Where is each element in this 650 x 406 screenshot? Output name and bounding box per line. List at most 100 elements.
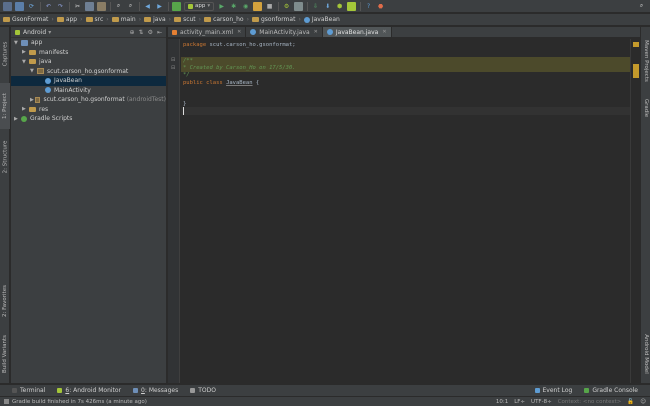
- save-icon[interactable]: [15, 1, 24, 11]
- fold-icon[interactable]: ⊟: [171, 65, 175, 71]
- tab-messages[interactable]: 0: Messages: [133, 387, 178, 394]
- expand-arrow-icon[interactable]: ▼: [22, 59, 29, 65]
- debug-icon[interactable]: ✱: [229, 2, 238, 11]
- breadcrumb-item[interactable]: main: [111, 16, 136, 23]
- tree-item-manifests[interactable]: ▶ manifests: [11, 48, 166, 58]
- tab-android-monitor[interactable]: 6: Android Monitor: [57, 387, 121, 394]
- code-editor[interactable]: package scut.carson_ho.gsonformat; /** *…: [181, 39, 630, 383]
- tool-tab-build-variants[interactable]: Build Variants: [0, 327, 10, 381]
- toolbar-divider: [139, 1, 140, 11]
- file-encoding[interactable]: UTF-8÷: [531, 399, 552, 405]
- folder-icon: [174, 17, 182, 22]
- tool-tab-captures[interactable]: Captures: [0, 31, 10, 77]
- close-icon[interactable]: ✕: [237, 29, 241, 35]
- breadcrumb-item[interactable]: carson_ho: [204, 16, 244, 23]
- redo-icon[interactable]: ↷: [56, 2, 65, 11]
- tab-terminal[interactable]: Terminal: [12, 387, 45, 394]
- android-device-monitor-icon[interactable]: ⬢: [335, 2, 344, 11]
- run-config-select[interactable]: app ▾: [184, 1, 215, 11]
- project-structure-icon[interactable]: [294, 1, 304, 11]
- plugin-icon[interactable]: ⬣: [376, 2, 385, 11]
- tool-windows-icon[interactable]: [4, 399, 9, 404]
- gradle-sync-icon[interactable]: ⇩: [311, 2, 320, 11]
- scroll-from-source-icon[interactable]: ⊕: [130, 29, 135, 36]
- breadcrumb-item[interactable]: JavaBean: [303, 16, 340, 23]
- breadcrumb-item[interactable]: java: [144, 16, 166, 23]
- collapse-all-icon[interactable]: ⇅: [139, 29, 144, 36]
- breadcrumb-item[interactable]: scut: [174, 16, 196, 23]
- tree-item-gradle-scripts[interactable]: ▶ Gradle Scripts: [11, 114, 166, 124]
- undo-icon[interactable]: ↶: [44, 2, 53, 11]
- event-log-icon: [534, 388, 540, 393]
- gear-icon[interactable]: ⚙: [148, 29, 153, 36]
- run-icon[interactable]: ▶: [217, 2, 226, 11]
- breadcrumb-item[interactable]: src: [85, 16, 103, 23]
- expand-arrow-icon[interactable]: ▼: [30, 68, 37, 74]
- tool-tab-project[interactable]: 1: Project: [0, 83, 10, 129]
- fold-icon[interactable]: ⊟: [171, 57, 175, 63]
- tool-tab-maven[interactable]: Maven Projects: [641, 31, 650, 91]
- tree-item-mainactivity[interactable]: MainActivity: [11, 86, 166, 96]
- sdk-manager-icon[interactable]: ⬇: [323, 2, 332, 11]
- android-icon[interactable]: [347, 1, 357, 11]
- tree-item-app[interactable]: ▼ app: [11, 38, 166, 48]
- scroll-thumb-marker[interactable]: [633, 64, 639, 78]
- forward-icon[interactable]: ▶: [155, 2, 164, 11]
- expand-arrow-icon[interactable]: ▼: [14, 40, 21, 46]
- folder-icon: [204, 17, 212, 22]
- collapse-arrow-icon[interactable]: ▶: [14, 116, 21, 122]
- close-icon[interactable]: ✕: [382, 29, 386, 35]
- android-icon: [57, 388, 63, 393]
- tab-mainactivity-java[interactable]: MainActivity.java ✕: [246, 27, 323, 37]
- tree-item-package[interactable]: ▼ scut.carson_ho.gsonformat: [11, 67, 166, 77]
- breadcrumb-item[interactable]: app: [56, 16, 77, 23]
- tree-item-java[interactable]: ▼ java: [11, 57, 166, 67]
- collapse-arrow-icon[interactable]: ▶: [22, 106, 29, 112]
- error-stripe[interactable]: [630, 39, 640, 383]
- open-folder-icon[interactable]: [3, 1, 12, 11]
- todo-icon: [190, 388, 196, 393]
- tool-tab-android-model[interactable]: Android Model: [641, 327, 650, 381]
- profile-icon[interactable]: [253, 1, 263, 11]
- replace-icon[interactable]: ⌕: [126, 2, 135, 11]
- help-icon[interactable]: ?: [364, 2, 373, 11]
- editor-gutter[interactable]: ⊟ ⊟: [168, 39, 180, 383]
- close-icon[interactable]: ✕: [314, 29, 318, 35]
- line-separator[interactable]: LF÷: [514, 399, 525, 405]
- sync-icon[interactable]: ⟳: [27, 2, 36, 11]
- tab-todo[interactable]: TODO: [190, 387, 216, 394]
- tree-item-javabean[interactable]: JavaBean: [11, 76, 166, 86]
- breadcrumb-item[interactable]: gsonformat: [252, 16, 295, 23]
- package-icon: [37, 68, 44, 75]
- lock-icon[interactable]: 🔓: [627, 399, 634, 405]
- stop-icon[interactable]: ■: [265, 2, 274, 11]
- tree-item-res[interactable]: ▶ res: [11, 105, 166, 115]
- tool-tab-structure[interactable]: 2: Structure: [0, 131, 10, 183]
- cursor-position[interactable]: 10:1: [496, 399, 508, 405]
- messages-icon: [133, 388, 139, 393]
- tab-activity-main-xml[interactable]: activity_main.xml ✕: [168, 27, 247, 37]
- avd-manager-icon[interactable]: ⚙: [282, 2, 291, 11]
- tab-event-log[interactable]: Event Log: [534, 387, 572, 394]
- make-project-icon[interactable]: [172, 1, 181, 11]
- copy-icon[interactable]: [85, 1, 94, 11]
- project-view-select[interactable]: Android ▾: [15, 29, 51, 36]
- collapse-arrow-icon[interactable]: ▶: [22, 49, 29, 55]
- tab-gradle-console[interactable]: Gradle Console: [584, 387, 638, 394]
- breadcrumb-item[interactable]: GsonFormat: [3, 16, 48, 23]
- cut-icon[interactable]: ✂: [73, 2, 82, 11]
- toolbar-divider: [278, 1, 280, 11]
- attach-debugger-icon[interactable]: ◉: [241, 2, 250, 11]
- text-caret: [183, 107, 184, 115]
- search-everywhere-icon[interactable]: ⌕: [637, 2, 646, 11]
- find-icon[interactable]: ⌕: [114, 2, 123, 11]
- inspector-icon[interactable]: ☺: [640, 399, 646, 405]
- inspection-marker[interactable]: [633, 42, 639, 47]
- hide-panel-icon[interactable]: ⇤: [157, 29, 162, 36]
- back-icon[interactable]: ◀: [143, 2, 152, 11]
- tab-javabean-java[interactable]: JavaBean.java ✕: [322, 27, 392, 37]
- paste-icon[interactable]: [97, 1, 106, 11]
- tool-tab-gradle[interactable]: Gradle: [641, 95, 650, 121]
- tree-item-test-package[interactable]: ▶ scut.carson_ho.gsonformat (androidTest): [11, 95, 166, 105]
- tool-tab-favorites[interactable]: 2: Favorites: [0, 277, 10, 325]
